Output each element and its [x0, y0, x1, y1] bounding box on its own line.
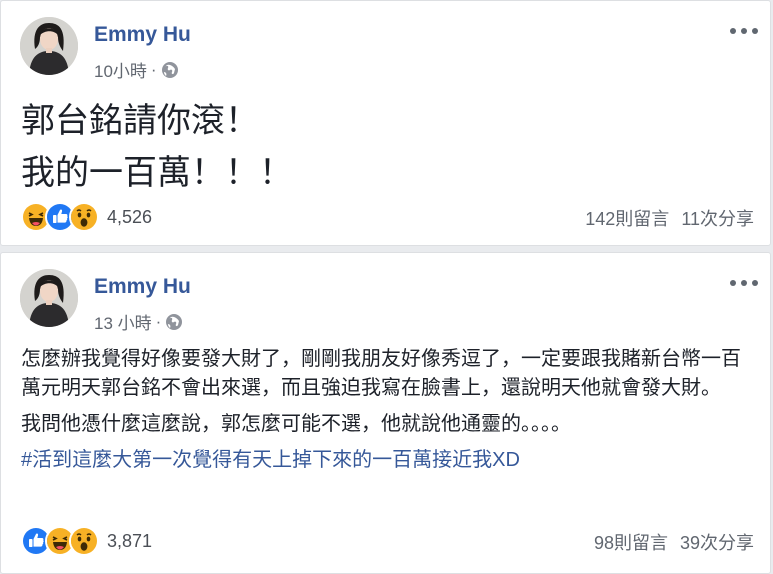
- globe-icon[interactable]: [165, 313, 183, 331]
- post-paragraph: 我問他憑什麼這麼說，郭怎麼可能不選，他就說他通靈的。。。。: [21, 413, 571, 435]
- timestamp[interactable]: 10小時: [94, 57, 147, 82]
- more-options-icon[interactable]: [730, 273, 758, 293]
- timestamp[interactable]: 13 小時: [94, 309, 152, 334]
- hashtag-link[interactable]: #活到這麼大第一次覺得有天上掉下來的一百萬接近我XD: [21, 449, 520, 471]
- comment-count[interactable]: 98則留言: [594, 529, 668, 555]
- globe-icon[interactable]: [161, 61, 179, 79]
- reactions-summary[interactable]: 4,526: [21, 202, 152, 232]
- more-options-icon[interactable]: [730, 21, 758, 41]
- author-name[interactable]: Emmy Hu: [94, 275, 191, 299]
- post-meta: 10小時 ·: [94, 57, 179, 82]
- share-count[interactable]: 11次分享: [681, 205, 754, 231]
- meta-separator: ·: [155, 311, 162, 331]
- post-text: 郭台銘請你滾！ 我的一百萬！！！: [21, 95, 293, 199]
- avatar[interactable]: [20, 17, 78, 75]
- post-card: Emmy Hu 10小時 · 郭台銘請你滾！ 我的一百萬！！！ 4,526 14…: [0, 0, 771, 246]
- share-count[interactable]: 39次分享: [680, 529, 754, 555]
- engagement-stats: 98則留言 39次分享: [594, 529, 754, 555]
- post-text-line: 我的一百萬！！！: [21, 154, 293, 192]
- avatar[interactable]: [20, 269, 78, 327]
- post-paragraph: 怎麼辦我覺得好像要發大財了，剛剛我朋友好像秀逗了，一定要跟我賭新台幣一百萬元明天…: [21, 348, 741, 399]
- post-meta: 13 小時 ·: [94, 309, 183, 334]
- reaction-count[interactable]: 3,871: [107, 531, 152, 552]
- wow-icon: [69, 202, 99, 232]
- comment-count[interactable]: 142則留言: [585, 205, 669, 231]
- post-card: Emmy Hu 13 小時 · 怎麼辦我覺得好像要發大財了，剛剛我朋友好像秀逗了…: [0, 252, 771, 574]
- wow-icon: [69, 526, 99, 556]
- post-text: 怎麼辦我覺得好像要發大財了，剛剛我朋友好像秀逗了，一定要跟我賭新台幣一百萬元明天…: [21, 345, 751, 482]
- reaction-count[interactable]: 4,526: [107, 207, 152, 228]
- meta-separator: ·: [150, 59, 157, 79]
- post-text-line: 郭台銘請你滾！: [21, 102, 259, 140]
- reactions-summary[interactable]: 3,871: [21, 526, 152, 556]
- author-name[interactable]: Emmy Hu: [94, 23, 191, 47]
- engagement-stats: 142則留言 11次分享: [585, 205, 754, 231]
